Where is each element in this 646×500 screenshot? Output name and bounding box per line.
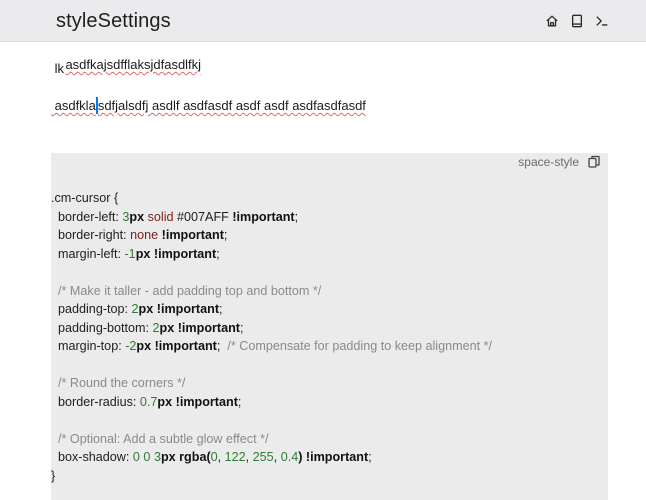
- code-line: /* Optional: Add a subtle glow effect */: [58, 431, 269, 446]
- code-line: }: [51, 468, 56, 483]
- copy-icon[interactable]: [588, 155, 601, 169]
- terminal-icon[interactable]: [594, 13, 610, 29]
- code-line: box-shadow: 0 0 3px rgba(0, 122, 255, 0.…: [51, 450, 372, 464]
- code-line: margin-top: -2px !important; /* Compensa…: [51, 339, 493, 353]
- code-line: border-radius: 0.7px !important;: [51, 394, 242, 409]
- code-line: /* Round the corners */: [58, 376, 186, 390]
- code-block[interactable]: space-style .cm-cursor { border-left: 3p…: [51, 153, 608, 500]
- editor-line-3[interactable]: asdfkla sdfjalsdfj asdlf asdfasdf asdf as…: [51, 97, 366, 114]
- top-bar: styleSettings: [0, 0, 646, 42]
- editor-line-2[interactable]: lk: [51, 61, 64, 76]
- misspelled-word: asdfkajsdfflaksjdfasdlfkj: [65, 57, 202, 72]
- code-line: padding-bottom: 2px !important;: [51, 320, 244, 335]
- code-line: margin-left: -1px !important;: [51, 246, 220, 261]
- editor-line-1[interactable]: asdfkajsdfflaksjdfasdlfkj: [51, 42, 201, 87]
- code-line: /* Make it taller - add padding top and …: [58, 283, 322, 298]
- book-icon[interactable]: [569, 13, 585, 29]
- page-title: styleSettings: [56, 10, 171, 32]
- code-line: padding-top: 2px !important;: [51, 302, 223, 316]
- misspelled-text-after-caret: sdfjalsdfj asdlf asdfasdf asdf asdf asdf…: [97, 98, 366, 113]
- top-actions: [544, 13, 610, 29]
- misspelled-text-before-caret: asdfkla: [51, 98, 96, 113]
- code-line: border-right: none !important;: [51, 228, 228, 242]
- home-icon[interactable]: [544, 13, 560, 29]
- code-line: .cm-cursor {: [51, 191, 119, 205]
- code-language-label: space-style: [518, 155, 579, 169]
- code-line: border-left: 3px solid #007AFF !importan…: [51, 209, 299, 224]
- code-content: .cm-cursor { border-left: 3px solid #007…: [51, 189, 608, 485]
